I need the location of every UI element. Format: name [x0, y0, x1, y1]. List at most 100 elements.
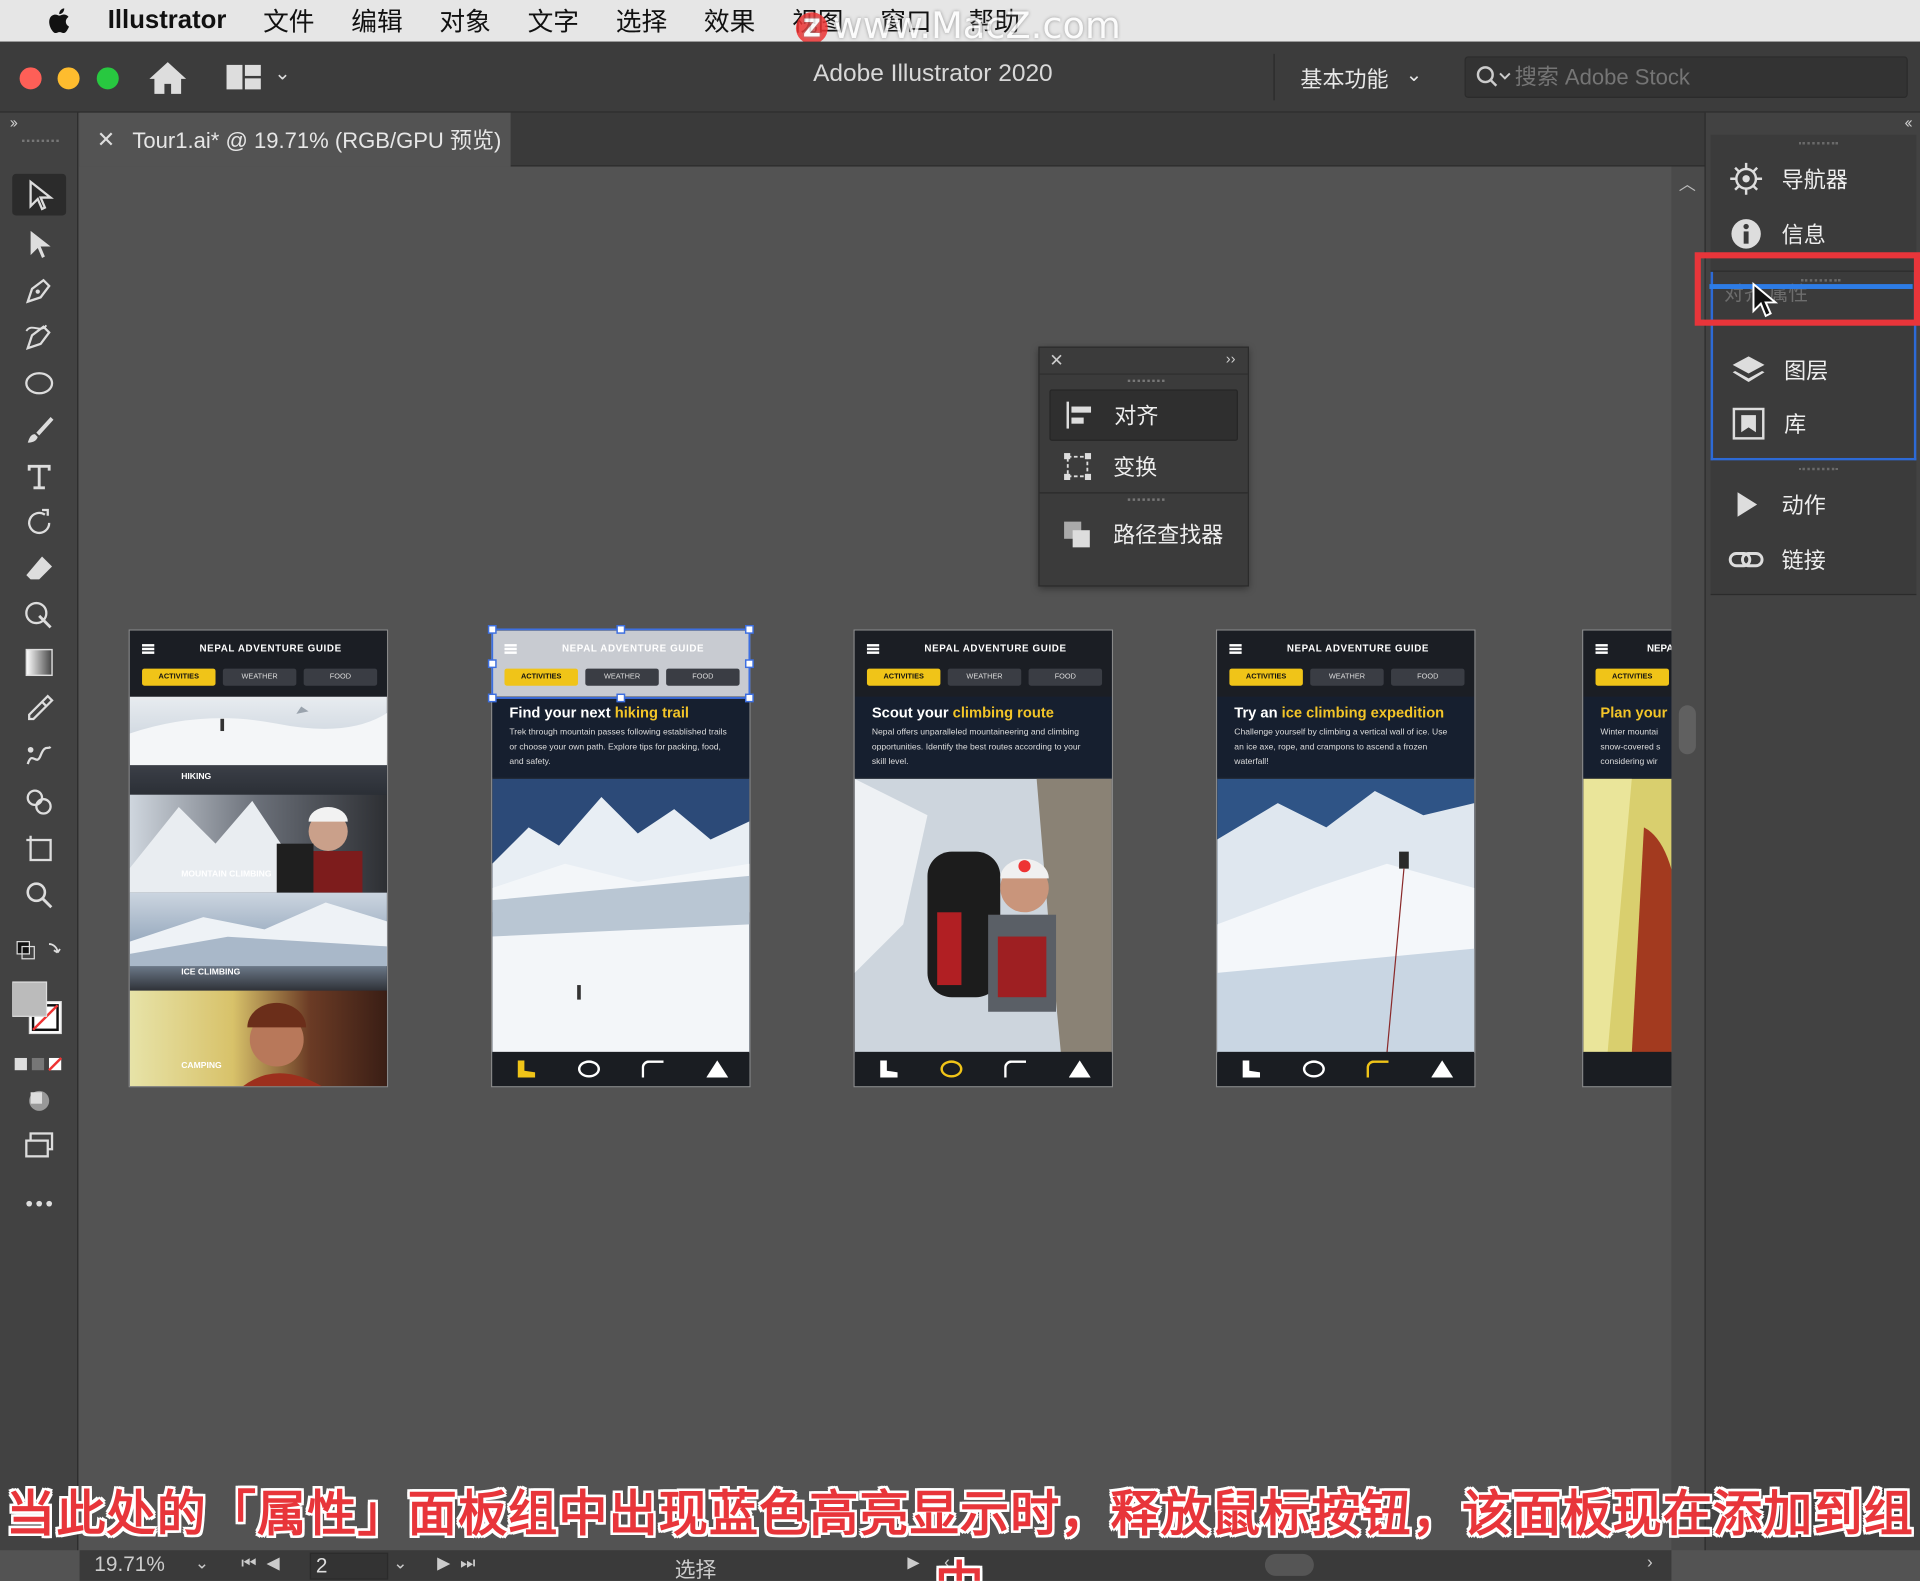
color-mode-buttons[interactable] — [12, 1043, 66, 1085]
close-panel-icon[interactable]: ✕ — [1049, 350, 1063, 371]
pathfinder-panel-button[interactable]: 路径查找器 — [1040, 508, 1248, 559]
artboard-3[interactable]: NEPAL ADVENTURE GUIDE ACTIVITIES WEATHER… — [853, 629, 1114, 1088]
expand-panel-icon[interactable]: ›› — [10, 113, 18, 131]
hero-text: Plan your Winter mountai snow-covered s … — [1583, 696, 1672, 778]
menu-file[interactable]: 文件 — [263, 2, 314, 39]
transform-icon — [1064, 453, 1092, 481]
panel-grip[interactable] — [1798, 142, 1838, 145]
panel-grip[interactable] — [22, 139, 59, 145]
rotate-tool[interactable] — [12, 502, 66, 544]
paintbrush-tool[interactable] — [12, 409, 66, 451]
gradient-tool[interactable] — [12, 642, 66, 684]
hero-heading-emphasis: ice climbing expedition — [1281, 704, 1445, 722]
expand-panel-icon[interactable]: ›› — [1226, 350, 1236, 367]
panel-grip[interactable] — [1040, 375, 1248, 390]
category-label: ICE CLIMBING — [181, 968, 241, 978]
vertical-scrollbar[interactable]: ︿ — [1671, 166, 1705, 1551]
stock-search[interactable] — [1464, 56, 1908, 98]
navigator-icon — [1730, 162, 1763, 195]
boot-icon — [880, 1060, 898, 1078]
menu-select[interactable]: 选择 — [616, 2, 667, 39]
menu-effect[interactable]: 效果 — [704, 2, 755, 39]
ellipse-tool[interactable] — [12, 362, 66, 404]
artboard-tool[interactable] — [12, 828, 66, 870]
panel-header[interactable]: ✕ ›› — [1039, 348, 1248, 375]
apple-menu-icon[interactable] — [42, 5, 79, 37]
scroll-thumb[interactable] — [1678, 705, 1696, 755]
draw-mode-button[interactable] — [12, 1080, 66, 1122]
type-tool[interactable] — [12, 456, 66, 498]
floating-panel-group[interactable]: ✕ ›› 对齐 变换 路径查找器 — [1038, 346, 1249, 587]
hero-heading: Try an ice climbing expedition — [1234, 704, 1457, 721]
direct-selection-tool[interactable] — [12, 223, 66, 265]
menu-type[interactable]: 文字 — [528, 2, 579, 39]
ice-ridge-image — [129, 902, 387, 967]
carabiner-icon — [940, 1060, 963, 1078]
info-panel-button[interactable]: 信息 — [1728, 212, 1826, 256]
guide-tabs: ACTIVITIES — [1595, 668, 1669, 686]
eyedropper-tool[interactable] — [12, 688, 66, 730]
pen-tool[interactable] — [12, 269, 66, 311]
close-window-button[interactable] — [19, 67, 42, 90]
window-title: Adobe Illustrator 2020 — [813, 60, 1053, 87]
selection-bounding-box[interactable] — [487, 624, 756, 703]
fill-stroke-icon — [12, 981, 62, 1035]
hero-heading-emphasis: hiking trail — [614, 704, 690, 722]
shape-builder-tool[interactable] — [12, 781, 66, 823]
rotate-icon — [28, 508, 51, 535]
zoom-tool[interactable] — [12, 874, 66, 916]
arrange-documents-icon[interactable] — [225, 64, 262, 91]
artboard-5[interactable]: NEPA ACTIVITIES Plan your Winter mountai… — [1582, 629, 1672, 1088]
edit-toolbar-button[interactable] — [12, 1183, 66, 1225]
workspace-switcher[interactable]: 基本功能 — [1300, 62, 1388, 94]
boot-icon — [1242, 1060, 1261, 1078]
layers-panel-button[interactable]: 图层 — [1730, 348, 1828, 392]
collapse-panels-icon[interactable]: ‹‹ — [1904, 113, 1912, 131]
transform-panel-button[interactable]: 变换 — [1040, 441, 1248, 492]
artboard-1[interactable]: NEPAL ADVENTURE GUIDE ACTIVITIES WEATHER… — [128, 629, 389, 1088]
actions-panel-button[interactable]: 动作 — [1728, 482, 1826, 526]
zoom-window-button[interactable] — [96, 67, 119, 90]
panel-grip[interactable] — [1040, 493, 1248, 508]
tab-activities: ACTIVITIES — [1229, 668, 1303, 686]
search-input[interactable] — [1514, 61, 1883, 94]
menu-edit[interactable]: 编辑 — [351, 2, 402, 39]
libraries-panel-button[interactable]: 库 — [1730, 402, 1806, 446]
category-camping: CAMPING — [129, 990, 387, 1087]
hero-body: Winter mountai snow-covered s considerin… — [1600, 728, 1661, 767]
zoom-icon — [26, 882, 53, 909]
swap-fill-stroke[interactable] — [12, 931, 66, 973]
fill-stroke-swatch[interactable] — [12, 980, 66, 1039]
boot-icon — [517, 1060, 536, 1078]
eraser-tool[interactable] — [12, 549, 66, 591]
hamburger-icon — [1229, 644, 1242, 654]
scroll-up-icon[interactable]: ︿ — [1679, 171, 1696, 195]
tab-food: FOOD — [1028, 668, 1103, 686]
puppet-warp-tool[interactable] — [12, 595, 66, 637]
chevron-down-icon[interactable]: ⌄ — [1406, 62, 1422, 86]
guide-footer-nav — [492, 1051, 750, 1087]
align-panel-button[interactable]: 对齐 — [1049, 389, 1238, 441]
artboard-4[interactable]: NEPAL ADVENTURE GUIDE ACTIVITIES WEATHER… — [1215, 629, 1476, 1088]
document-tab[interactable]: ✕ Tour1.ai* @ 19.71% (RGB/GPU 预览) — [79, 112, 511, 167]
links-panel-button[interactable]: 链接 — [1728, 538, 1826, 582]
panel-grip[interactable] — [1798, 467, 1838, 471]
align-icon — [1066, 401, 1092, 429]
hero-heading-plain: Plan your — [1600, 704, 1668, 722]
home-icon[interactable] — [147, 59, 189, 96]
canvas[interactable]: NEPAL ADVENTURE GUIDE ACTIVITIES WEATHER… — [79, 166, 1672, 1551]
chevron-down-icon[interactable]: ⌄ — [274, 61, 290, 85]
selection-tool[interactable] — [12, 173, 67, 216]
navigator-panel-button[interactable]: 导航器 — [1728, 157, 1848, 201]
menu-object[interactable]: 对象 — [439, 2, 490, 39]
screen-mode-button[interactable] — [12, 1124, 66, 1166]
app-menu[interactable]: Illustrator — [108, 6, 227, 35]
divider — [1273, 53, 1275, 101]
curvature-tool[interactable] — [12, 316, 66, 358]
minimize-window-button[interactable] — [57, 67, 80, 90]
hero-heading-plain: Try an — [1234, 704, 1282, 722]
blend-tool[interactable] — [12, 735, 66, 777]
hero-heading: Scout your climbing route — [872, 704, 1095, 721]
eyedropper-icon — [28, 694, 54, 721]
close-tab-icon[interactable]: ✕ — [97, 127, 115, 153]
